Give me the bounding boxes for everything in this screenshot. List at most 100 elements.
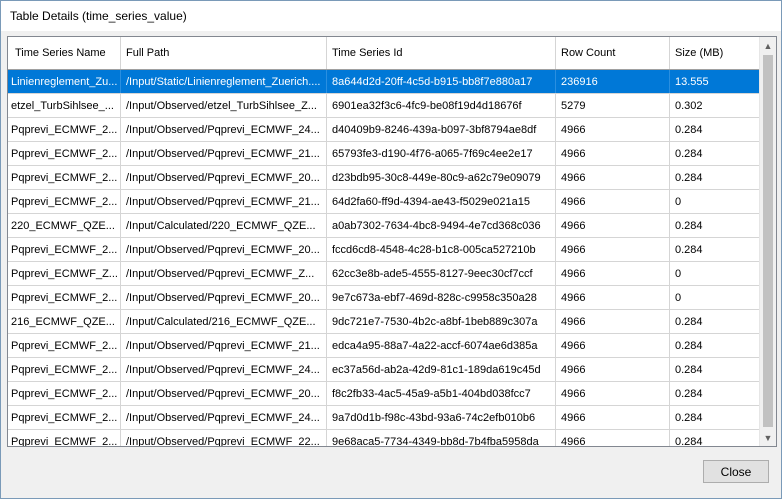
cell-time-series-name[interactable]: 216_ECMWF_QZE... [8,310,121,333]
cell-time-series-name[interactable]: Pqprevi_ECMWF_Z... [8,262,121,285]
cell-size-mb[interactable]: 0.284 [670,334,760,357]
cell-row-count[interactable]: 4966 [556,214,670,237]
table-row[interactable]: Pqprevi_ECMWF_2.../Input/Observed/Pqprev… [8,358,760,382]
cell-time-series-name[interactable]: Pqprevi_ECMWF_2... [8,118,121,141]
cell-row-count[interactable]: 4966 [556,190,670,213]
cell-time-series-name[interactable]: Pqprevi_ECMWF_2... [8,358,121,381]
cell-full-path[interactable]: /Input/Observed/Pqprevi_ECMWF_24... [121,358,327,381]
cell-row-count[interactable]: 4966 [556,238,670,261]
cell-full-path[interactable]: /Input/Observed/Pqprevi_ECMWF_20... [121,238,327,261]
vertical-scrollbar[interactable]: ▲ ▼ [759,37,776,446]
cell-full-path[interactable]: /Input/Calculated/220_ECMWF_QZE... [121,214,327,237]
table-row[interactable]: Pqprevi_ECMWF_2.../Input/Observed/Pqprev… [8,238,760,262]
cell-full-path[interactable]: /Input/Static/Linienreglement_Zuerich...… [121,70,327,93]
table-row[interactable]: 220_ECMWF_QZE.../Input/Calculated/220_EC… [8,214,760,238]
cell-size-mb[interactable]: 13.555 [670,70,760,93]
cell-row-count[interactable]: 4966 [556,334,670,357]
cell-time-series-name[interactable]: Pqprevi_ECMWF_2... [8,190,121,213]
cell-full-path[interactable]: /Input/Observed/Pqprevi_ECMWF_20... [121,286,327,309]
cell-time-series-id[interactable]: 9a7d0d1b-f98c-43bd-93a6-74c2efb010b6 [327,406,556,429]
table-row[interactable]: Pqprevi_ECMWF_2.../Input/Observed/Pqprev… [8,118,760,142]
column-header-row-count[interactable]: Row Count [556,37,670,69]
cell-time-series-name[interactable]: Pqprevi_ECMWF_2... [8,406,121,429]
cell-time-series-id[interactable]: ec37a56d-ab2a-42d9-81c1-189da619c45d [327,358,556,381]
chevron-up-icon[interactable]: ▲ [760,37,776,54]
cell-size-mb[interactable]: 0.302 [670,94,760,117]
cell-size-mb[interactable]: 0.284 [670,382,760,405]
cell-size-mb[interactable]: 0.284 [670,310,760,333]
cell-time-series-id[interactable]: f8c2fb33-4ac5-45a9-a5b1-404bd038fcc7 [327,382,556,405]
cell-row-count[interactable]: 4966 [556,118,670,141]
cell-size-mb[interactable]: 0.284 [670,406,760,429]
data-grid[interactable]: Time Series Name Full Path Time Series I… [7,36,777,447]
cell-full-path[interactable]: /Input/Observed/Pqprevi_ECMWF_21... [121,142,327,165]
cell-size-mb[interactable]: 0.284 [670,166,760,189]
table-row[interactable]: Pqprevi_ECMWF_2.../Input/Observed/Pqprev… [8,334,760,358]
cell-size-mb[interactable]: 0.284 [670,142,760,165]
cell-time-series-id[interactable]: a0ab7302-7634-4bc8-9494-4e7cd368c036 [327,214,556,237]
cell-row-count[interactable]: 4966 [556,406,670,429]
cell-time-series-name[interactable]: Pqprevi_ECMWF_2... [8,238,121,261]
cell-full-path[interactable]: /Input/Observed/Pqprevi_ECMWF_21... [121,190,327,213]
cell-time-series-name[interactable]: Pqprevi_ECMWF_2... [8,430,121,446]
cell-row-count[interactable]: 4966 [556,430,670,446]
table-row[interactable]: Pqprevi_ECMWF_2.../Input/Observed/Pqprev… [8,286,760,310]
column-header-full-path[interactable]: Full Path [121,37,327,69]
cell-full-path[interactable]: /Input/Observed/Pqprevi_ECMWF_20... [121,382,327,405]
cell-time-series-name[interactable]: Pqprevi_ECMWF_2... [8,286,121,309]
cell-full-path[interactable]: /Input/Observed/Pqprevi_ECMWF_20... [121,166,327,189]
table-row[interactable]: Pqprevi_ECMWF_2.../Input/Observed/Pqprev… [8,382,760,406]
cell-size-mb[interactable]: 0.284 [670,214,760,237]
table-row[interactable]: etzel_TurbSihlsee_.../Input/Observed/etz… [8,94,760,118]
cell-full-path[interactable]: /Input/Observed/etzel_TurbSihlsee_Z... [121,94,327,117]
cell-time-series-name[interactable]: Pqprevi_ECMWF_2... [8,142,121,165]
cell-time-series-id[interactable]: 64d2fa60-ff9d-4394-ae43-f5029e021a15 [327,190,556,213]
cell-time-series-id[interactable]: 9e7c673a-ebf7-469d-828c-c9958c350a28 [327,286,556,309]
cell-size-mb[interactable]: 0.284 [670,430,760,446]
table-row[interactable]: Pqprevi_ECMWF_2.../Input/Observed/Pqprev… [8,406,760,430]
cell-row-count[interactable]: 4966 [556,262,670,285]
cell-time-series-id[interactable]: 62cc3e8b-ade5-4555-8127-9eec30cf7ccf [327,262,556,285]
cell-row-count[interactable]: 4966 [556,142,670,165]
cell-row-count[interactable]: 4966 [556,382,670,405]
cell-time-series-id[interactable]: 9e68aca5-7734-4349-bb8d-7b4fba5958da [327,430,556,446]
cell-time-series-id[interactable]: d23bdb95-30c8-449e-80c9-a62c79e09079 [327,166,556,189]
cell-size-mb[interactable]: 0.284 [670,118,760,141]
cell-time-series-name[interactable]: Linienreglement_Zu... [8,70,121,93]
cell-full-path[interactable]: /Input/Observed/Pqprevi_ECMWF_24... [121,118,327,141]
cell-time-series-id[interactable]: 8a644d2d-20ff-4c5d-b915-bb8f7e880a17 [327,70,556,93]
cell-row-count[interactable]: 4966 [556,166,670,189]
cell-row-count[interactable]: 4966 [556,358,670,381]
cell-full-path[interactable]: /Input/Observed/Pqprevi_ECMWF_22... [121,430,327,446]
cell-size-mb[interactable]: 0 [670,262,760,285]
column-header-size-mb[interactable]: Size (MB) [670,37,760,69]
cell-row-count[interactable]: 236916 [556,70,670,93]
table-row[interactable]: 216_ECMWF_QZE.../Input/Calculated/216_EC… [8,310,760,334]
cell-size-mb[interactable]: 0 [670,286,760,309]
table-row[interactable]: Linienreglement_Zu.../Input/Static/Linie… [8,70,760,94]
scrollbar-thumb[interactable] [763,55,773,427]
cell-full-path[interactable]: /Input/Calculated/216_ECMWF_QZE... [121,310,327,333]
table-row[interactable]: Pqprevi_ECMWF_2.../Input/Observed/Pqprev… [8,166,760,190]
column-header-time-series-id[interactable]: Time Series Id [327,37,556,69]
cell-full-path[interactable]: /Input/Observed/Pqprevi_ECMWF_21... [121,334,327,357]
cell-time-series-name[interactable]: 220_ECMWF_QZE... [8,214,121,237]
column-header-time-series-name[interactable]: Time Series Name [8,37,121,69]
cell-time-series-id[interactable]: 6901ea32f3c6-4fc9-be08f19d4d18676f [327,94,556,117]
cell-size-mb[interactable]: 0.284 [670,358,760,381]
table-row[interactable]: Pqprevi_ECMWF_Z.../Input/Observed/Pqprev… [8,262,760,286]
cell-row-count[interactable]: 4966 [556,286,670,309]
cell-row-count[interactable]: 5279 [556,94,670,117]
cell-full-path[interactable]: /Input/Observed/Pqprevi_ECMWF_24... [121,406,327,429]
cell-time-series-id[interactable]: 9dc721e7-7530-4b2c-a8bf-1beb889c307a [327,310,556,333]
cell-size-mb[interactable]: 0.284 [670,238,760,261]
cell-row-count[interactable]: 4966 [556,310,670,333]
table-row[interactable]: Pqprevi_ECMWF_2.../Input/Observed/Pqprev… [8,190,760,214]
cell-time-series-id[interactable]: fccd6cd8-4548-4c28-b1c8-005ca527210b [327,238,556,261]
table-row[interactable]: Pqprevi_ECMWF_2.../Input/Observed/Pqprev… [8,430,760,446]
cell-time-series-name[interactable]: Pqprevi_ECMWF_2... [8,334,121,357]
cell-time-series-id[interactable]: edca4a95-88a7-4a22-accf-6074ae6d385a [327,334,556,357]
cell-time-series-name[interactable]: Pqprevi_ECMWF_2... [8,382,121,405]
cell-size-mb[interactable]: 0 [670,190,760,213]
table-row[interactable]: Pqprevi_ECMWF_2.../Input/Observed/Pqprev… [8,142,760,166]
